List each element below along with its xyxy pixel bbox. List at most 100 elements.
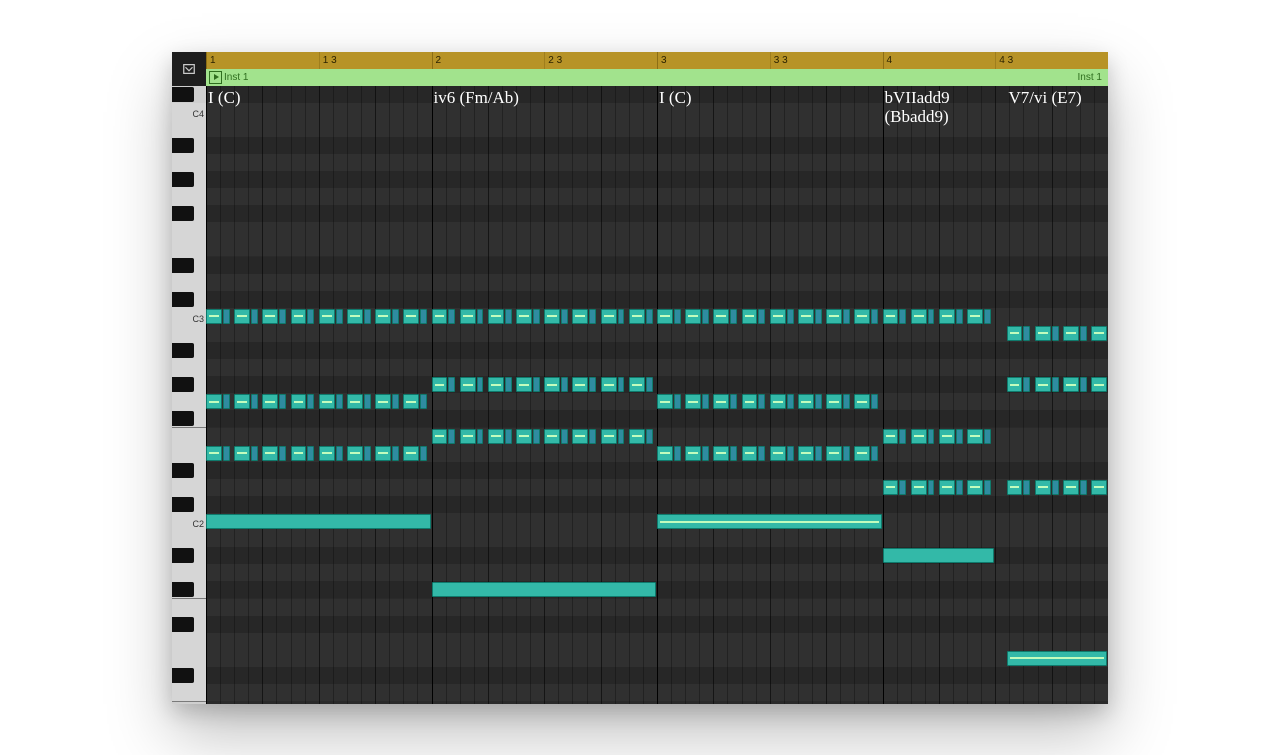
midi-note[interactable] xyxy=(899,429,906,444)
midi-note[interactable] xyxy=(1080,377,1087,392)
midi-note[interactable] xyxy=(403,309,419,324)
midi-note[interactable] xyxy=(375,394,391,409)
midi-note[interactable] xyxy=(967,429,983,444)
midi-note[interactable] xyxy=(206,446,222,461)
midi-note[interactable] xyxy=(1080,326,1087,341)
midi-note[interactable] xyxy=(319,309,335,324)
midi-note[interactable] xyxy=(646,309,653,324)
midi-note[interactable] xyxy=(770,309,786,324)
midi-note[interactable] xyxy=(1063,480,1079,495)
piano-black-key[interactable] xyxy=(172,292,194,307)
midi-note[interactable] xyxy=(742,446,758,461)
midi-note[interactable] xyxy=(533,309,540,324)
midi-note[interactable] xyxy=(702,446,709,461)
midi-note[interactable] xyxy=(291,309,307,324)
midi-note[interactable] xyxy=(460,429,476,444)
piano-black-key[interactable] xyxy=(172,87,194,102)
midi-note[interactable] xyxy=(544,377,560,392)
midi-note[interactable] xyxy=(206,514,431,529)
midi-note[interactable] xyxy=(713,309,729,324)
midi-note[interactable] xyxy=(939,480,955,495)
piano-black-key[interactable] xyxy=(172,497,194,512)
midi-note[interactable] xyxy=(488,377,504,392)
midi-note[interactable] xyxy=(291,394,307,409)
piano-black-key[interactable] xyxy=(172,463,194,478)
midi-note[interactable] xyxy=(223,309,230,324)
midi-note[interactable] xyxy=(826,394,842,409)
midi-note[interactable] xyxy=(251,446,258,461)
midi-note[interactable] xyxy=(403,446,419,461)
midi-note[interactable] xyxy=(307,309,314,324)
midi-note[interactable] xyxy=(1091,326,1107,341)
midi-note[interactable] xyxy=(262,446,278,461)
midi-note[interactable] xyxy=(657,309,673,324)
midi-note[interactable] xyxy=(770,394,786,409)
midi-note[interactable] xyxy=(516,377,532,392)
midi-note[interactable] xyxy=(223,446,230,461)
midi-note[interactable] xyxy=(854,446,870,461)
midi-note[interactable] xyxy=(742,394,758,409)
midi-note[interactable] xyxy=(854,394,870,409)
midi-note[interactable] xyxy=(657,394,673,409)
midi-note[interactable] xyxy=(251,309,258,324)
midi-note[interactable] xyxy=(505,377,512,392)
midi-note[interactable] xyxy=(911,309,927,324)
midi-note[interactable] xyxy=(392,309,399,324)
midi-note[interactable] xyxy=(657,514,882,529)
midi-note[interactable] xyxy=(657,446,673,461)
midi-note[interactable] xyxy=(420,309,427,324)
midi-note[interactable] xyxy=(826,309,842,324)
midi-note[interactable] xyxy=(234,309,250,324)
midi-note[interactable] xyxy=(928,429,935,444)
midi-note[interactable] xyxy=(319,394,335,409)
midi-note[interactable] xyxy=(589,309,596,324)
midi-note[interactable] xyxy=(1052,326,1059,341)
midi-note[interactable] xyxy=(561,429,568,444)
midi-note[interactable] xyxy=(1023,480,1030,495)
midi-note[interactable] xyxy=(375,309,391,324)
midi-note[interactable] xyxy=(770,446,786,461)
midi-note[interactable] xyxy=(883,429,899,444)
midi-note[interactable] xyxy=(1023,377,1030,392)
midi-note[interactable] xyxy=(967,309,983,324)
midi-note[interactable] xyxy=(432,377,448,392)
midi-note[interactable] xyxy=(307,394,314,409)
midi-note[interactable] xyxy=(1035,377,1051,392)
midi-note[interactable] xyxy=(956,480,963,495)
midi-note[interactable] xyxy=(618,429,625,444)
midi-note[interactable] xyxy=(911,480,927,495)
menu-toggle-icon[interactable] xyxy=(172,52,207,87)
midi-note[interactable] xyxy=(533,429,540,444)
midi-note[interactable] xyxy=(364,394,371,409)
midi-note[interactable] xyxy=(448,309,455,324)
piano-keyboard[interactable]: C4C3C2 xyxy=(172,86,207,704)
midi-note[interactable] xyxy=(364,309,371,324)
midi-note[interactable] xyxy=(1023,326,1030,341)
midi-note[interactable] xyxy=(488,429,504,444)
midi-note[interactable] xyxy=(618,377,625,392)
midi-note[interactable] xyxy=(646,377,653,392)
midi-note[interactable] xyxy=(206,394,222,409)
midi-note[interactable] xyxy=(730,309,737,324)
midi-note[interactable] xyxy=(843,394,850,409)
midi-note[interactable] xyxy=(1091,377,1107,392)
midi-note[interactable] xyxy=(911,429,927,444)
midi-note[interactable] xyxy=(629,309,645,324)
midi-note[interactable] xyxy=(758,446,765,461)
midi-note[interactable] xyxy=(505,309,512,324)
piano-black-key[interactable] xyxy=(172,377,194,392)
midi-note[interactable] xyxy=(307,446,314,461)
midi-note[interactable] xyxy=(477,309,484,324)
midi-note[interactable] xyxy=(420,394,427,409)
midi-note[interactable] xyxy=(871,309,878,324)
midi-note[interactable] xyxy=(646,429,653,444)
midi-note[interactable] xyxy=(629,429,645,444)
midi-note[interactable] xyxy=(1035,480,1051,495)
midi-note[interactable] xyxy=(787,446,794,461)
midi-note[interactable] xyxy=(618,309,625,324)
midi-note[interactable] xyxy=(871,394,878,409)
midi-note[interactable] xyxy=(223,394,230,409)
midi-note[interactable] xyxy=(685,446,701,461)
midi-note[interactable] xyxy=(713,394,729,409)
midi-note[interactable] xyxy=(432,429,448,444)
